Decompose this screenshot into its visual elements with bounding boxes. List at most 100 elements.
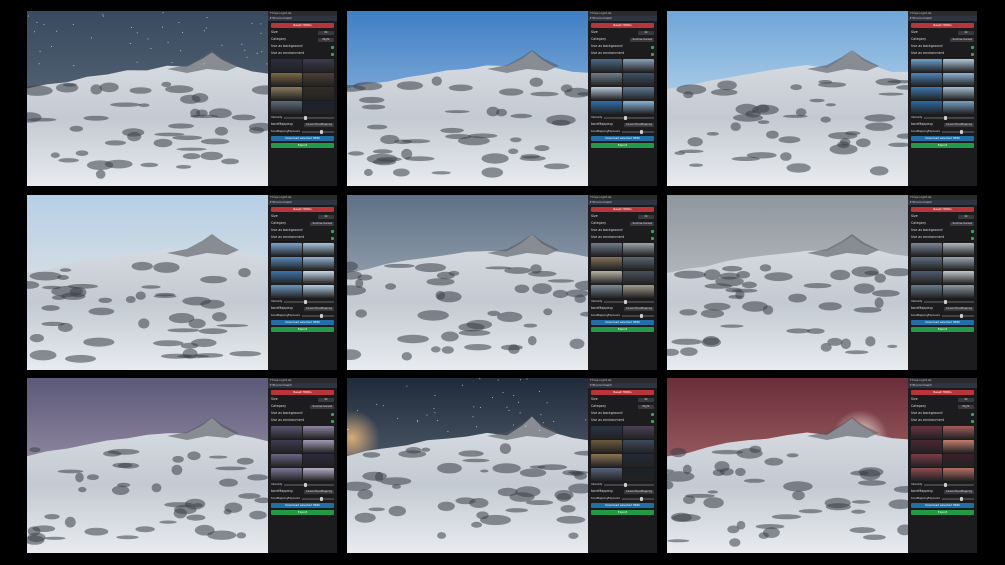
hdri-thumbnail[interactable] [623, 271, 654, 284]
environment-section-header[interactable]: ▾ Environment [268, 383, 337, 388]
hdri-thumbnail[interactable] [591, 426, 622, 439]
exposure-slider[interactable]: toneMappingExposure [271, 314, 334, 318]
intensity-slider[interactable]: Intensity [271, 116, 334, 120]
hdri-thumbnail[interactable] [623, 468, 654, 481]
hdri-thumbnail[interactable] [623, 73, 654, 86]
download-hdri-button[interactable]: Download selected HDRI [911, 320, 974, 325]
use-environment-checkbox[interactable] [971, 236, 974, 240]
category-select[interactable]: Night [958, 404, 974, 410]
viewport-scene[interactable] [667, 195, 908, 370]
hdri-thumbnail[interactable] [271, 73, 302, 86]
hdri-thumbnail[interactable] [271, 243, 302, 256]
use-background-checkbox[interactable] [971, 45, 974, 49]
use-environment-checkbox[interactable] [651, 52, 654, 56]
category-select[interactable]: Night [318, 37, 334, 43]
export-button[interactable]: Export [271, 510, 334, 515]
hdri-thumbnail[interactable] [911, 468, 942, 481]
viewport-scene[interactable] [27, 195, 268, 370]
tone-mapping-select[interactable]: CineonToneMapping [943, 306, 974, 312]
hdri-thumbnail[interactable] [943, 271, 974, 284]
hdri-thumbnail[interactable] [943, 59, 974, 72]
hdri-thumbnail[interactable] [303, 73, 334, 86]
hdri-thumbnail[interactable] [271, 59, 302, 72]
exposure-slider[interactable]: toneMappingExposure [271, 497, 334, 501]
download-hdri-button[interactable]: Download selected HDRI [271, 503, 334, 508]
download-hdri-button[interactable]: Download selected HDRI [911, 136, 974, 141]
hdri-thumbnail[interactable] [911, 87, 942, 100]
hdri-thumbnail[interactable] [591, 87, 622, 100]
use-background-checkbox[interactable] [971, 412, 974, 416]
export-button[interactable]: Export [911, 510, 974, 515]
use-environment-checkbox[interactable] [651, 419, 654, 423]
size-select[interactable]: 4k [958, 30, 974, 36]
use-background-checkbox[interactable] [331, 229, 334, 233]
hdri-thumbnail[interactable] [303, 468, 334, 481]
hdri-thumbnail[interactable] [623, 257, 654, 270]
download-hdri-button[interactable]: Download selected HDRI [591, 320, 654, 325]
viewport-scene[interactable] [27, 378, 268, 553]
hdri-thumbnail[interactable] [591, 468, 622, 481]
hdri-thumbnail[interactable] [943, 243, 974, 256]
hdri-thumbnail[interactable] [911, 440, 942, 453]
tone-mapping-select[interactable]: CineonToneMapping [943, 489, 974, 495]
download-hdri-button[interactable]: Download selected HDRI [591, 503, 654, 508]
export-button[interactable]: Export [591, 143, 654, 148]
reset-hdris-button[interactable]: Reset HDRIs [271, 23, 334, 28]
reset-hdris-button[interactable]: Reset HDRIs [591, 207, 654, 212]
hdri-thumbnail[interactable] [271, 87, 302, 100]
download-hdri-button[interactable]: Download selected HDRI [911, 503, 974, 508]
hdri-thumbnail[interactable] [591, 454, 622, 467]
download-hdri-button[interactable]: Download selected HDRI [271, 136, 334, 141]
intensity-slider[interactable]: Intensity [271, 300, 334, 304]
environment-section-header[interactable]: ▾ Environment [908, 200, 977, 205]
intensity-slider[interactable]: Intensity [591, 483, 654, 487]
use-background-checkbox[interactable] [651, 412, 654, 416]
tone-mapping-select[interactable]: CineonToneMapping [943, 122, 974, 128]
hdri-thumbnail[interactable] [943, 285, 974, 298]
category-select[interactable]: Sunrise-Sunset [310, 404, 334, 410]
hdri-thumbnail[interactable] [623, 440, 654, 453]
size-select[interactable]: 4k [318, 214, 334, 220]
hdri-thumbnail[interactable] [623, 243, 654, 256]
exposure-slider[interactable]: toneMappingExposure [591, 497, 654, 501]
use-background-checkbox[interactable] [651, 45, 654, 49]
hdri-thumbnail[interactable] [271, 468, 302, 481]
tone-mapping-select[interactable]: CineonToneMapping [303, 489, 334, 495]
reset-hdris-button[interactable]: Reset HDRIs [591, 23, 654, 28]
hdri-thumbnail[interactable] [943, 257, 974, 270]
hdri-thumbnail[interactable] [943, 73, 974, 86]
category-select[interactable]: Night [638, 404, 654, 410]
download-hdri-button[interactable]: Download selected HDRI [271, 320, 334, 325]
hdri-thumbnail[interactable] [911, 101, 942, 114]
intensity-slider[interactable]: Intensity [911, 483, 974, 487]
hdri-thumbnail[interactable] [303, 101, 334, 114]
reset-hdris-button[interactable]: Reset HDRIs [271, 207, 334, 212]
hdri-thumbnail[interactable] [271, 440, 302, 453]
hdri-thumbnail[interactable] [271, 271, 302, 284]
environment-section-header[interactable]: ▾ Environment [588, 383, 657, 388]
hdri-thumbnail[interactable] [271, 285, 302, 298]
use-environment-checkbox[interactable] [331, 236, 334, 240]
download-hdri-button[interactable]: Download selected HDRI [591, 136, 654, 141]
size-select[interactable]: 2k [638, 214, 654, 220]
hdri-thumbnail[interactable] [271, 426, 302, 439]
export-button[interactable]: Export [591, 327, 654, 332]
use-background-checkbox[interactable] [331, 412, 334, 416]
hdri-thumbnail[interactable] [303, 243, 334, 256]
exposure-slider[interactable]: toneMappingExposure [911, 497, 974, 501]
use-environment-checkbox[interactable] [331, 419, 334, 423]
hdri-thumbnail[interactable] [303, 59, 334, 72]
exposure-slider[interactable]: toneMappingExposure [911, 314, 974, 318]
intensity-slider[interactable]: Intensity [591, 300, 654, 304]
hdri-thumbnail[interactable] [911, 243, 942, 256]
hdri-thumbnail[interactable] [623, 426, 654, 439]
hdri-thumbnail[interactable] [591, 440, 622, 453]
viewport-scene[interactable] [27, 11, 268, 186]
hdri-thumbnail[interactable] [303, 426, 334, 439]
size-select[interactable]: 4k [958, 397, 974, 403]
size-select[interactable]: 4k [318, 397, 334, 403]
use-background-checkbox[interactable] [331, 45, 334, 49]
hdri-thumbnail[interactable] [943, 87, 974, 100]
exposure-slider[interactable]: toneMappingExposure [591, 314, 654, 318]
intensity-slider[interactable]: Intensity [271, 483, 334, 487]
